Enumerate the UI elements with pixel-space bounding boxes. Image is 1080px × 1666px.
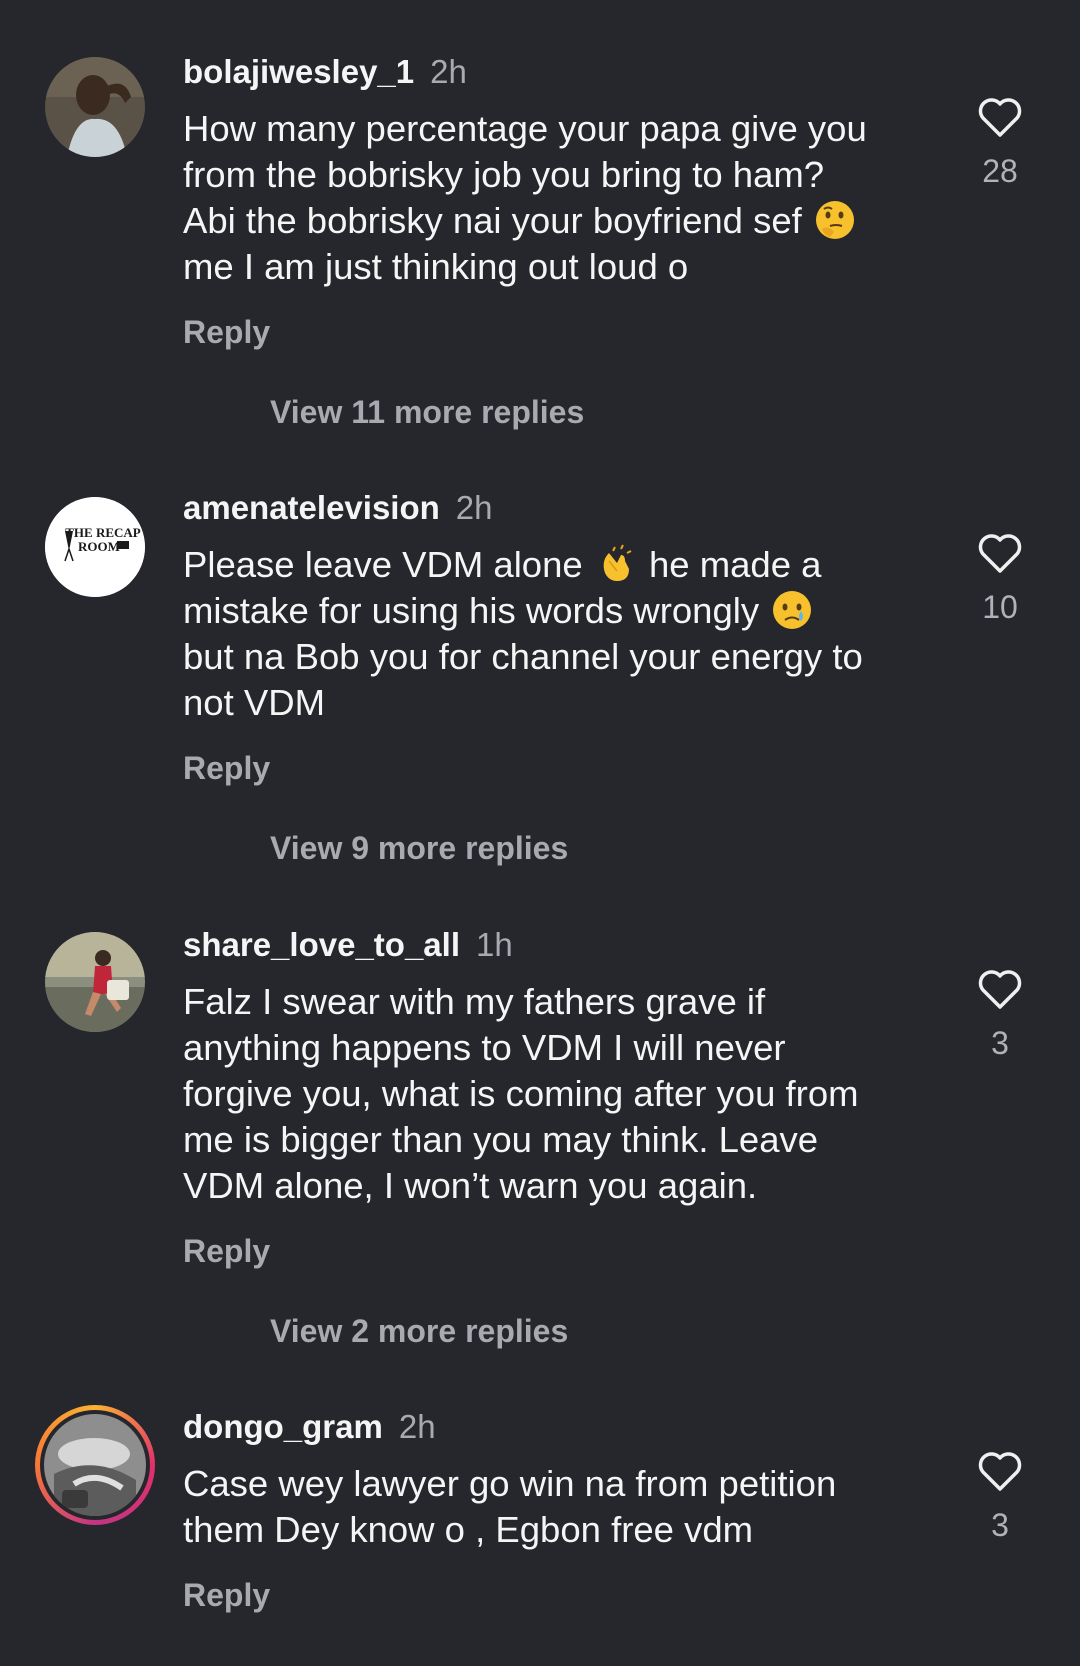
comment-text: Case wey lawyer go win na from petition …: [183, 1463, 837, 1550]
like-count: 10: [982, 589, 1018, 625]
avatar: [44, 1414, 146, 1516]
heart-icon: [978, 98, 1022, 137]
comment-text: How many percentage your papa give you f…: [183, 108, 867, 287]
heart-icon: [978, 534, 1022, 573]
like-count: 3: [991, 1025, 1009, 1061]
like-button[interactable]: 3: [975, 1449, 1025, 1545]
view-more-replies-button[interactable]: View 2 more replies: [270, 1311, 568, 1351]
username[interactable]: bolajiwesley_1: [183, 53, 414, 90]
timestamp: 2h: [398, 1408, 436, 1445]
like-count: 28: [982, 153, 1018, 189]
timestamp: 2h: [455, 489, 493, 526]
comment-meta: dongo_gram 2h: [183, 1407, 923, 1447]
heart-icon: [978, 1452, 1022, 1491]
comment-meta: amenatelevision 2h: [183, 488, 923, 528]
reply-button[interactable]: Reply: [183, 1575, 923, 1615]
reply-button[interactable]: Reply: [183, 312, 923, 352]
like-button[interactable]: 28: [975, 95, 1025, 191]
timestamp: 2h: [430, 53, 467, 90]
clapping-hands-emoji-icon: [603, 544, 632, 581]
comment-meta: share_love_to_all 1h: [183, 925, 923, 965]
username[interactable]: amenatelevision: [183, 489, 440, 526]
timestamp: 1h: [476, 926, 513, 963]
comment-meta: bolajiwesley_1 2h: [183, 52, 923, 92]
view-more-replies-button[interactable]: View 9 more replies: [270, 828, 568, 868]
avatar-logo-text: THE RECAP: [65, 525, 141, 540]
reply-button[interactable]: Reply: [183, 1231, 923, 1271]
heart-icon: [978, 970, 1022, 1009]
username[interactable]: dongo_gram: [183, 1408, 383, 1445]
crying-face-emoji-icon: [773, 591, 812, 629]
avatar[interactable]: [45, 932, 145, 1032]
avatar-story-ring[interactable]: [35, 1405, 155, 1525]
avatar[interactable]: [45, 57, 145, 157]
like-button[interactable]: 10: [975, 531, 1025, 627]
comment-text: Please leave VDM alone he made a mistake…: [183, 544, 863, 723]
like-button[interactable]: 3: [975, 967, 1025, 1063]
view-more-replies-button[interactable]: View 11 more replies: [270, 392, 584, 432]
avatar[interactable]: THE RECAP ROOM: [45, 497, 145, 597]
reply-button[interactable]: Reply: [183, 748, 923, 788]
thinking-face-emoji-icon: [815, 201, 854, 239]
comment-text: Falz I swear with my fathers grave if an…: [183, 981, 859, 1206]
like-count: 3: [991, 1507, 1009, 1543]
username[interactable]: share_love_to_all: [183, 926, 460, 963]
svg-text:ROOM: ROOM: [78, 539, 120, 554]
